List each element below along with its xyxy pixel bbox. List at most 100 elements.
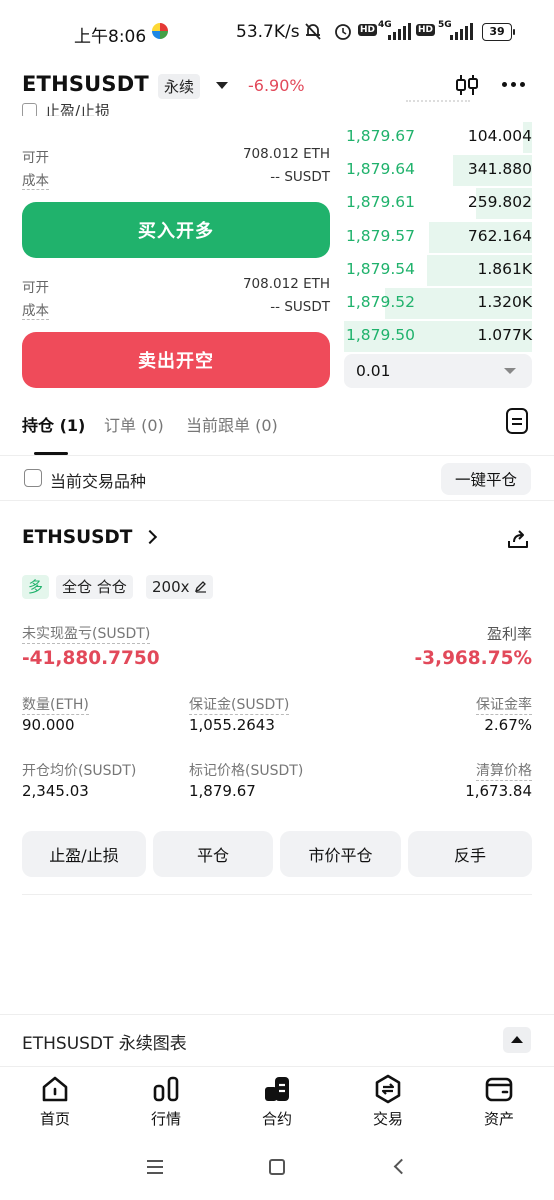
sell-available-value: 708.012 ETH xyxy=(242,276,330,292)
liquidation-price-value: 1,673.84 xyxy=(465,782,532,800)
order-book-row[interactable]: 1,879.57 762.164 xyxy=(344,221,532,254)
unrealized-pnl-value: -41,880.7750 xyxy=(22,648,160,669)
side-tag: 多 xyxy=(22,575,50,599)
sell-cost-row: 成本 -- SUSDT xyxy=(22,299,330,320)
chart-drawer-title: ETHSUSDT 永续图表 xyxy=(22,1034,187,1054)
margin-label: 保证金(SUSDT) xyxy=(189,694,290,715)
order-book-price: 1,879.52 xyxy=(346,293,416,311)
mute-bell-icon xyxy=(302,20,324,46)
tab-positions[interactable]: 持仓 (1) xyxy=(22,412,85,436)
nav-home-label: 首页 xyxy=(39,1110,70,1128)
tab-copy-orders[interactable]: 当前跟单 (0) xyxy=(186,412,278,436)
price-precision-value: 0.01 xyxy=(356,362,391,380)
order-book-row[interactable]: 1,879.52 1.320K xyxy=(344,287,532,320)
home-square-icon[interactable] xyxy=(269,1159,285,1175)
trade-icon xyxy=(375,1074,401,1104)
buy-cost-label: 成本 xyxy=(22,169,49,190)
buy-available-value: 708.012 ETH xyxy=(242,146,330,162)
order-book-price: 1,879.64 xyxy=(346,160,416,179)
order-book-row[interactable]: 1,879.67 104.004 xyxy=(344,121,532,154)
candlestick-chart-icon[interactable] xyxy=(454,72,480,98)
mark-price-label: 标记价格(SUSDT) xyxy=(189,763,304,779)
symbol-dropdown-icon[interactable] xyxy=(216,82,228,89)
home-icon xyxy=(42,1076,68,1102)
leverage-tag[interactable]: 200x xyxy=(146,575,214,599)
tpsl-button[interactable]: 止盈/止损 xyxy=(22,831,146,877)
order-book-price: 1,879.50 xyxy=(346,326,416,345)
sell-available-row: 可开 708.012 ETH xyxy=(22,276,330,296)
qty-label: 数量(ETH) xyxy=(22,694,89,715)
futures-icon xyxy=(265,1077,289,1101)
margin-ratio-value: 2.67% xyxy=(484,716,532,734)
chevron-right-icon[interactable] xyxy=(142,529,158,545)
nav-markets[interactable]: 行情 xyxy=(126,1073,206,1129)
back-icon[interactable] xyxy=(393,1158,410,1175)
current-symbol-label[interactable]: 当前交易品种 xyxy=(50,468,146,492)
current-symbol-checkbox[interactable] xyxy=(24,469,42,487)
hd-voice-icon-2: HD xyxy=(416,24,436,36)
share-icon[interactable] xyxy=(506,527,530,551)
active-tab-indicator xyxy=(34,452,68,455)
nav-home[interactable]: 首页 xyxy=(15,1073,95,1129)
order-book-faded-row xyxy=(406,100,470,106)
order-book-price: 1,879.61 xyxy=(346,193,416,212)
tpsl-label: 止盈/止损 xyxy=(45,102,111,116)
order-book-qty: 259.802 xyxy=(467,193,532,212)
market-close-button[interactable]: 市价平仓 xyxy=(280,831,401,877)
order-book-qty: 762.164 xyxy=(467,226,532,245)
order-book-qty: 104.004 xyxy=(467,127,532,145)
nav-assets-label: 资产 xyxy=(483,1110,514,1128)
buy-cost-row: 成本 -- SUSDT xyxy=(22,169,330,190)
order-book-qty: 1.861K xyxy=(477,259,532,278)
close-all-button[interactable]: 一键平仓 xyxy=(441,463,531,495)
price-precision-select[interactable]: 0.01 xyxy=(344,354,532,388)
order-book-row[interactable]: 1,879.61 259.802 xyxy=(344,187,532,220)
entry-price-label: 开仓均价(SUSDT) xyxy=(22,763,137,779)
reverse-position-button[interactable]: 反手 xyxy=(408,831,532,877)
order-book-row[interactable]: 1,879.64 341.880 xyxy=(344,154,532,187)
order-book-qty: 341.880 xyxy=(467,160,532,179)
more-options-icon[interactable] xyxy=(502,82,525,87)
order-book-price: 1,879.67 xyxy=(346,127,416,145)
nav-futures[interactable]: 合约 xyxy=(237,1073,317,1129)
mark-price-value: 1,879.67 xyxy=(189,782,256,800)
order-book-price: 1,879.57 xyxy=(346,226,416,245)
order-history-icon[interactable] xyxy=(506,408,528,434)
battery-icon: 39 xyxy=(482,23,515,41)
order-book-row[interactable]: 1,879.54 1.861K xyxy=(344,254,532,287)
chevron-down-icon xyxy=(504,368,516,374)
buy-open-long-button[interactable]: 买入开多 xyxy=(22,202,330,258)
contract-type-badge: 永续 xyxy=(158,74,201,99)
close-position-button[interactable]: 平仓 xyxy=(153,831,273,877)
sell-open-short-button[interactable]: 卖出开空 xyxy=(22,332,330,388)
app-notification-icon xyxy=(152,23,168,39)
liquidation-price-label: 清算价格 xyxy=(476,760,532,781)
tab-orders[interactable]: 订单 (0) xyxy=(104,412,164,436)
sim2-signal-icon xyxy=(450,22,473,40)
buy-available-row: 可开 708.012 ETH xyxy=(22,146,330,166)
edit-pencil-icon xyxy=(195,581,207,593)
order-book-qty: 1.320K xyxy=(477,293,532,311)
tpsl-checkbox-row[interactable]: 止盈/止损 xyxy=(22,100,162,116)
sim1-signal-icon xyxy=(388,22,411,40)
entry-price-value: 2,345.03 xyxy=(22,782,89,800)
sell-cost-value: -- SUSDT xyxy=(270,299,330,315)
position-symbol[interactable]: ETHSUSDT xyxy=(22,527,132,548)
tpsl-checkbox[interactable] xyxy=(22,103,37,116)
nav-trade[interactable]: 交易 xyxy=(348,1073,428,1129)
section-divider xyxy=(22,894,532,895)
chevron-up-icon[interactable] xyxy=(503,1027,531,1053)
recent-apps-icon[interactable] xyxy=(147,1160,163,1178)
chart-drawer[interactable]: ETHSUSDT 永续图表 xyxy=(0,1014,554,1066)
price-change: -6.90% xyxy=(248,76,305,95)
order-book-row[interactable]: 1,879.50 1.077K xyxy=(344,320,532,353)
order-book-price: 1,879.54 xyxy=(346,259,416,278)
roi-label: 盈利率 xyxy=(486,625,532,643)
system-navigation-bar xyxy=(0,1134,554,1200)
buy-cost-value: -- SUSDT xyxy=(270,169,330,185)
hd-voice-icon: HD xyxy=(358,24,378,36)
nav-assets[interactable]: 资产 xyxy=(459,1073,539,1129)
symbol-title[interactable]: ETHSUSDT xyxy=(22,72,149,96)
buy-available-label: 可开 xyxy=(22,150,49,166)
qty-value: 90.000 xyxy=(22,716,75,734)
